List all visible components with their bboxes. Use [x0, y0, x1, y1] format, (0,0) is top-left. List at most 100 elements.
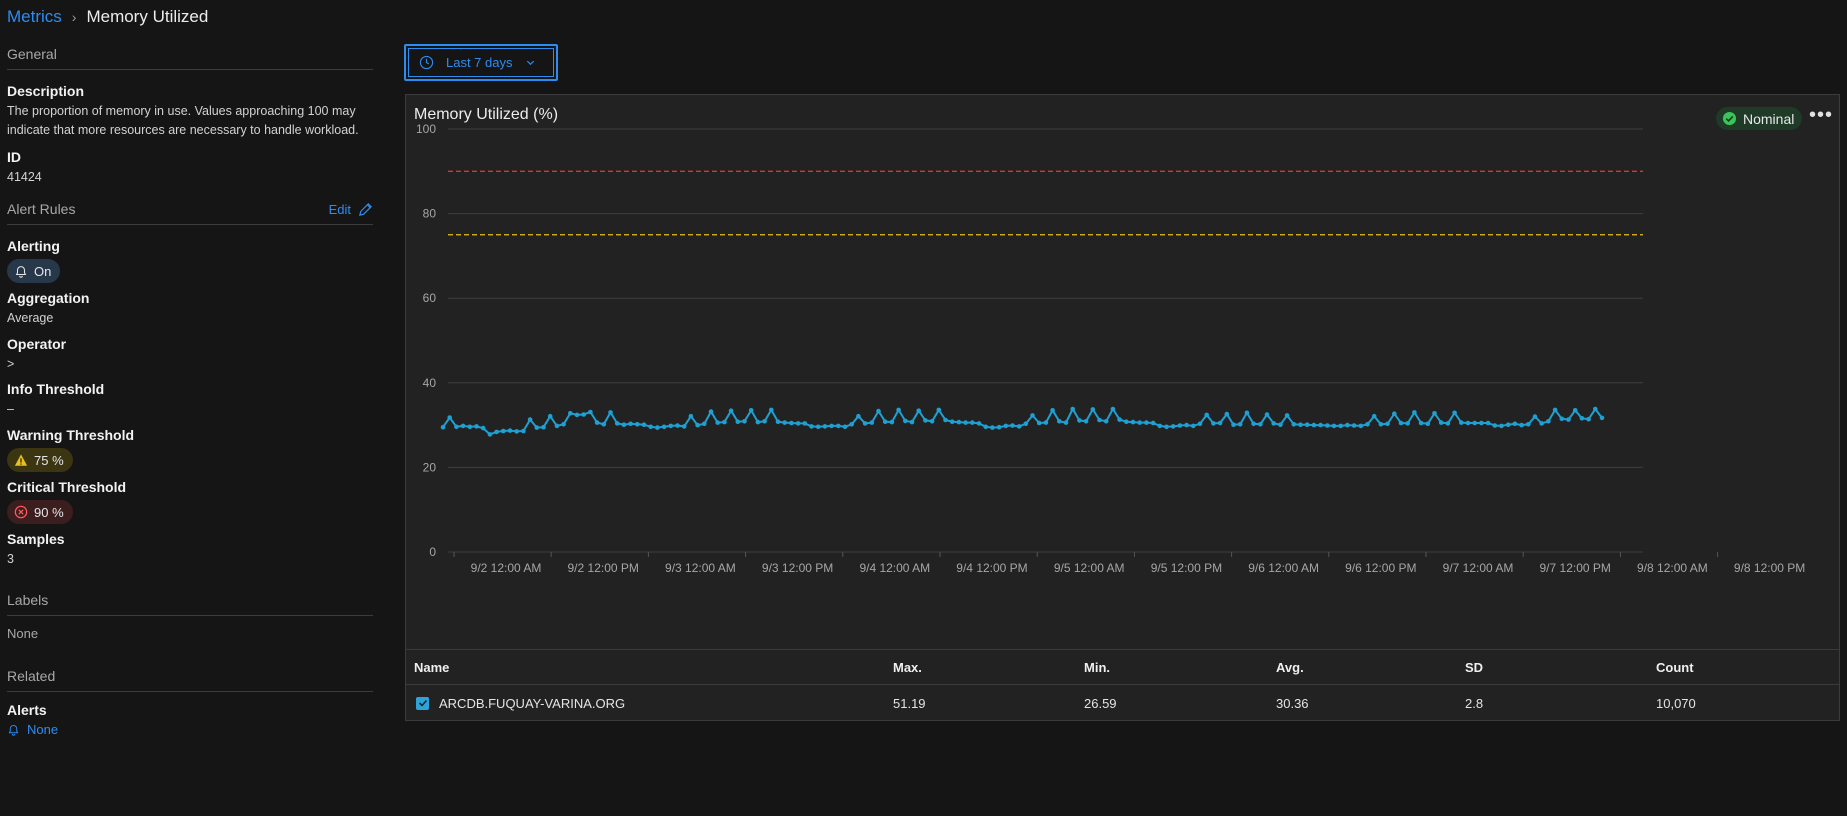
data-point	[641, 422, 647, 428]
data-point	[1251, 421, 1256, 427]
data-point	[1016, 424, 1022, 429]
aggregation-label: Aggregation	[7, 290, 90, 306]
data-point	[1278, 422, 1283, 428]
data-point	[1412, 410, 1417, 415]
data-point	[903, 418, 908, 424]
data-point	[809, 424, 814, 429]
info-threshold-value: –	[7, 402, 14, 416]
col-max-header[interactable]: Max.	[893, 660, 922, 675]
alerts-none-link[interactable]: None	[7, 722, 373, 737]
data-point	[514, 429, 519, 434]
chart-card: Memory Utilized (%) Nominal ••• 0 20 40 60 8…	[405, 94, 1840, 721]
description-block: Description The proportion of memory in …	[7, 83, 373, 140]
data-point	[507, 428, 513, 433]
data-point	[1425, 421, 1431, 427]
data-point	[722, 419, 727, 425]
data-point	[661, 424, 667, 430]
data-point	[976, 421, 982, 426]
data-point	[869, 420, 875, 425]
info-threshold-label: Info Threshold	[7, 381, 105, 397]
data-point	[1217, 420, 1223, 426]
row-count-cell: 10,070	[1656, 695, 1696, 711]
data-point	[1050, 408, 1055, 413]
data-point	[889, 419, 895, 425]
page-title: Memory Utilized	[86, 7, 209, 26]
data-point	[1124, 419, 1129, 425]
data-point	[1157, 423, 1163, 429]
data-point	[494, 429, 499, 435]
col-count-header[interactable]: Count	[1656, 660, 1694, 675]
x-tick-label: 9/8 12:00 AM	[1637, 561, 1708, 575]
data-point	[1566, 417, 1571, 422]
breadcrumb-metrics-link[interactable]: Metrics	[7, 7, 62, 27]
aggregation-block: Aggregation Average	[7, 290, 373, 328]
id-label: ID	[7, 149, 21, 165]
data-point	[1097, 417, 1102, 423]
x-tick-label: 9/5 12:00 PM	[1151, 561, 1222, 575]
col-min-header[interactable]: Min.	[1084, 660, 1110, 675]
data-point	[675, 423, 680, 428]
data-point	[1385, 421, 1390, 427]
data-point	[789, 420, 794, 426]
edit-label: Edit	[328, 201, 351, 217]
data-point	[568, 411, 573, 416]
data-point	[882, 419, 888, 425]
warning-icon	[14, 454, 28, 466]
col-sd-header[interactable]: SD	[1465, 660, 1483, 675]
bell-icon	[15, 266, 27, 278]
data-point	[1459, 420, 1464, 425]
description-label: Description	[7, 83, 85, 99]
data-point	[1485, 420, 1491, 426]
data-point	[1150, 420, 1156, 426]
data-point	[1559, 416, 1565, 422]
data-point	[1392, 411, 1397, 417]
data-point	[1512, 421, 1518, 427]
data-point	[782, 420, 787, 425]
data-point	[521, 428, 526, 434]
section-labels-title: Labels	[7, 592, 49, 608]
data-point	[1586, 416, 1591, 422]
x-tick-label: 9/6 12:00 AM	[1248, 561, 1319, 575]
samples-block: Samples 3	[7, 531, 373, 569]
data-point	[963, 420, 968, 425]
col-avg-header[interactable]: Avg.	[1276, 660, 1304, 675]
memory-line-chart: 0 20 40 60 80 100 9/2 12:00 AM 9/2 12:00 PM 9/3 …	[416, 122, 1805, 575]
data-point	[601, 422, 607, 427]
data-point	[1398, 420, 1404, 426]
table-header: Name Max. Min. Avg. SD Count	[406, 649, 1839, 685]
data-point	[628, 421, 633, 427]
critical-threshold-value: 90 %	[34, 504, 64, 520]
y-tick-label: 100	[416, 122, 436, 136]
y-tick-label: 20	[423, 460, 437, 474]
data-point	[1371, 413, 1377, 419]
data-point	[1572, 408, 1578, 413]
data-point	[648, 424, 653, 430]
col-name-header[interactable]: Name	[414, 660, 449, 675]
time-range-label: Last 7 days	[446, 55, 513, 70]
data-point	[541, 424, 546, 430]
data-point	[1258, 422, 1263, 427]
data-point	[842, 424, 848, 430]
y-tick-label: 60	[423, 291, 437, 305]
data-point	[561, 422, 566, 427]
data-point	[1083, 419, 1089, 424]
error-circle-icon	[14, 505, 28, 519]
data-point	[1465, 420, 1471, 426]
id-block: ID 41424	[7, 149, 373, 187]
data-point	[1298, 422, 1303, 428]
data-point	[547, 413, 553, 419]
data-point	[1505, 422, 1511, 428]
edit-alert-rules-button[interactable]: Edit	[329, 202, 373, 217]
data-point	[1432, 411, 1437, 416]
data-point	[474, 424, 479, 429]
data-point	[769, 407, 774, 413]
pencil-icon	[359, 202, 372, 216]
data-point	[1539, 421, 1544, 426]
data-point	[775, 419, 781, 425]
time-range-inner: Last 7 days	[408, 48, 554, 77]
time-range-dropdown[interactable]: Last 7 days	[404, 44, 558, 81]
row-avg-cell: 30.36	[1276, 695, 1309, 711]
data-point	[1197, 421, 1203, 427]
breadcrumb: Metrics › Memory Utilized	[7, 7, 208, 27]
series-checkbox[interactable]	[416, 696, 429, 710]
